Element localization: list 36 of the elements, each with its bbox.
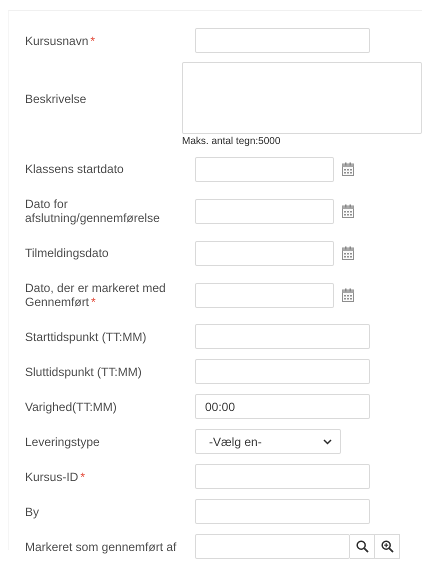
input-field[interactable] xyxy=(195,499,370,524)
field-label: Dato for afslutning/gennemførelse xyxy=(25,197,160,225)
field-label: By xyxy=(25,504,40,518)
zoom-in-icon xyxy=(380,540,394,553)
date-field[interactable] xyxy=(195,282,334,308)
input-field[interactable] xyxy=(195,324,370,349)
input-field[interactable] xyxy=(195,28,370,53)
date-field[interactable] xyxy=(195,156,334,182)
field-label: Beskrivelse xyxy=(25,92,86,106)
field-label: Dato, der er markeret med Gennemført * xyxy=(25,281,166,309)
text-area[interactable] xyxy=(182,62,422,134)
calendar-icon[interactable] xyxy=(342,246,354,260)
field-label: Leveringstype xyxy=(25,434,100,448)
field-label: Kursusnavn * xyxy=(25,34,96,48)
zoom-in-button[interactable] xyxy=(375,534,400,559)
date-field[interactable] xyxy=(195,240,334,266)
date-field[interactable] xyxy=(195,198,334,224)
input-field[interactable] xyxy=(195,359,370,384)
input-field[interactable] xyxy=(195,464,370,489)
field-label: Varighed(TT:MM) xyxy=(25,400,117,414)
character-limit-hint: Maks. antal tegn:5000 xyxy=(182,136,282,147)
field-label: Markeret som gennemført af xyxy=(25,540,176,554)
calendar-icon[interactable] xyxy=(342,162,354,176)
input-field[interactable] xyxy=(195,534,350,559)
calendar-icon[interactable] xyxy=(342,288,354,302)
field-label: Klassens startdato xyxy=(25,162,124,176)
field-label: Sluttidspunkt (TT:MM) xyxy=(25,364,142,378)
search-button[interactable] xyxy=(350,534,375,559)
input-field[interactable]: 00:00 xyxy=(195,394,370,419)
dropdown[interactable]: -Vælg en- xyxy=(195,429,341,454)
search-icon xyxy=(356,540,368,553)
field-label: Starttidspunkt (TT:MM) xyxy=(25,330,146,344)
field-label: Tilmeldingsdato xyxy=(25,246,109,260)
field-label: Kursus-ID * xyxy=(25,470,86,484)
chevron-down-icon xyxy=(323,438,332,444)
calendar-icon[interactable] xyxy=(342,204,354,218)
